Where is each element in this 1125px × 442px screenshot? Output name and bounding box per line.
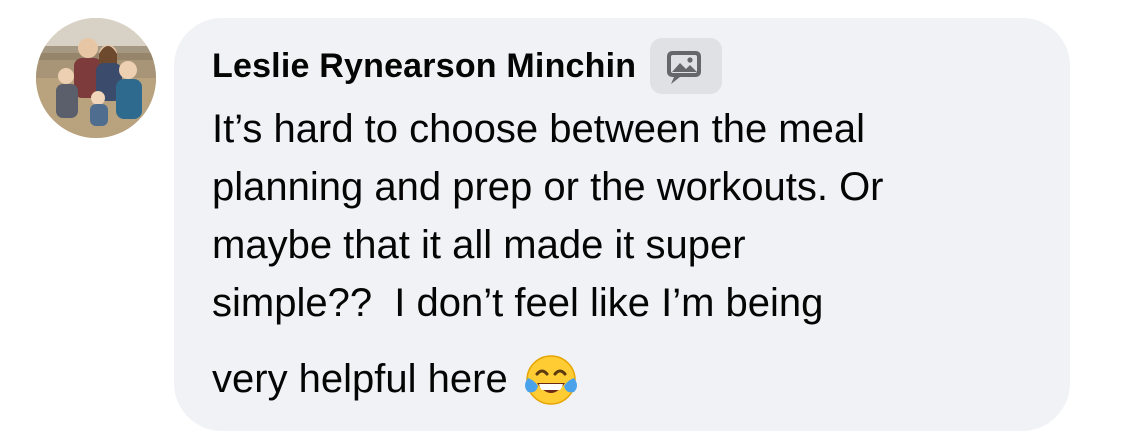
photo-comment-icon[interactable] xyxy=(650,38,723,94)
comment-text-end: very helpful here xyxy=(212,356,508,401)
family-photo-icon xyxy=(36,18,156,138)
comment-bubble: Leslie Rynearson Minchin It’s hard to ch… xyxy=(174,18,1070,431)
comment-text: It’s hard to choose between the meal pla… xyxy=(212,107,884,325)
comment-header: Leslie Rynearson Minchin xyxy=(212,38,723,94)
author-name[interactable]: Leslie Rynearson Minchin xyxy=(212,47,636,86)
comment-last-line: very helpful here xyxy=(212,350,580,408)
face-with-tears-of-joy-icon xyxy=(524,355,577,405)
avatar[interactable] xyxy=(36,18,156,138)
image-icon xyxy=(667,51,702,84)
comment-row: Leslie Rynearson Minchin It’s hard to ch… xyxy=(0,0,1125,442)
